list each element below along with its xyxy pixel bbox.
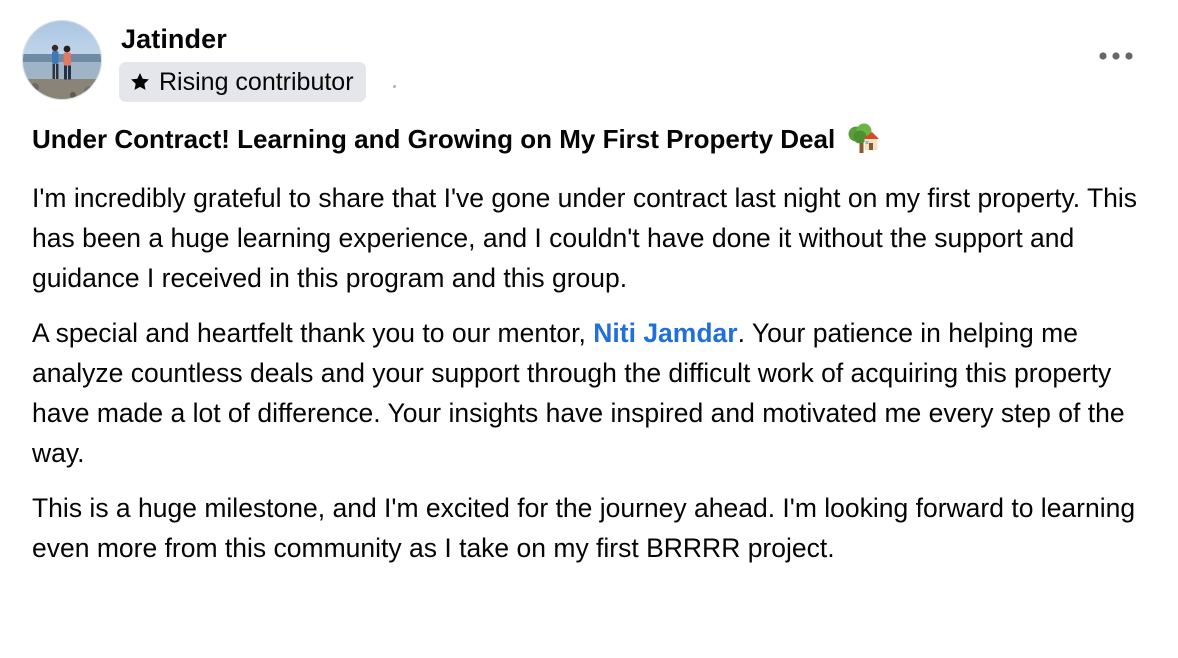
tree-house-emoji (845, 122, 880, 156)
post-paragraph: This is a huge milestone, and I'm excite… (32, 493, 1136, 563)
avatar-photo (23, 21, 101, 99)
badge-label: Rising contributor (159, 67, 354, 96)
more-horizontal-icon (1099, 52, 1133, 60)
author-avatar[interactable] (22, 20, 102, 100)
post-paragraph: A special and heartfelt thank you to our… (32, 313, 1157, 473)
star-icon (129, 71, 151, 93)
post-title-row: Under Contract! Learning and Growing on … (32, 122, 880, 156)
mention-link[interactable]: Niti Jamdar (593, 318, 737, 348)
post-card: Jatinder Rising contributor Under Contra… (0, 0, 1178, 658)
separator-dot (393, 85, 396, 88)
post-paragraph: I'm incredibly grateful to share that I'… (32, 183, 1138, 293)
author-name[interactable]: Jatinder (121, 24, 227, 55)
post-title: Under Contract! Learning and Growing on … (32, 123, 836, 154)
rising-contributor-badge[interactable]: Rising contributor (119, 62, 366, 102)
post-body: I'm incredibly grateful to share that I'… (32, 178, 1157, 583)
paragraph-text: A special and heartfelt thank you to our… (32, 318, 594, 348)
more-options-button[interactable] (1094, 42, 1138, 70)
